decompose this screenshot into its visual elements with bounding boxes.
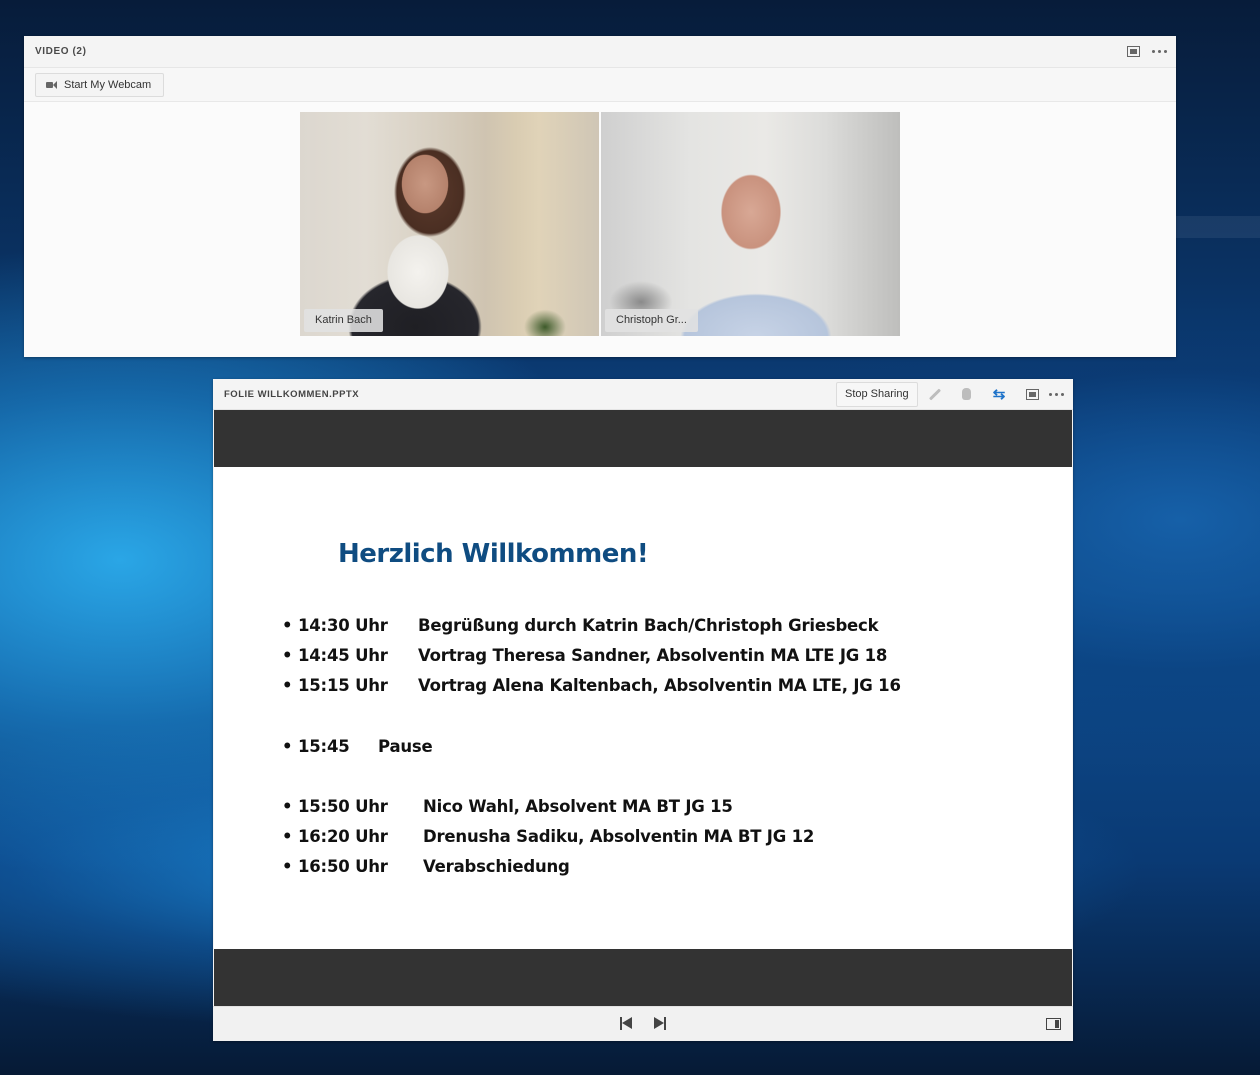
slide-navigation-bar	[213, 1006, 1073, 1041]
shared-slide: Herzlich Willkommen! • 14:30 Uhr Begrüßu…	[214, 410, 1072, 1006]
agenda-time: 15:50 Uhr	[298, 797, 388, 816]
hand-pointer-icon	[961, 388, 971, 400]
video-pod: VIDEO (2) Start My Webcam Katrin Bach Ch…	[24, 36, 1176, 357]
stop-sharing-button[interactable]: Stop Sharing	[836, 382, 918, 407]
fullscreen-button[interactable]	[1021, 384, 1043, 404]
share-pod-title: FOLIE WILLKOMMEN.PPTX	[224, 389, 360, 400]
bullet: •	[282, 616, 293, 635]
pod-options-button[interactable]	[1045, 384, 1067, 404]
bullet: •	[282, 857, 293, 876]
previous-slide-button[interactable]	[618, 1016, 634, 1032]
start-webcam-button[interactable]: Start My Webcam	[35, 73, 165, 97]
fullscreen-icon	[1025, 388, 1039, 400]
agenda-text: Vortrag Alena Kaltenbach, Absolventin MA…	[418, 676, 901, 695]
skip-previous-icon	[620, 1017, 632, 1030]
agenda-time: 16:20 Uhr	[298, 827, 388, 846]
agenda-text: Pause	[378, 737, 433, 756]
agenda-time: 15:45	[298, 737, 350, 756]
agenda-time: 16:50 Uhr	[298, 857, 388, 876]
draw-tool-button[interactable]	[924, 384, 946, 404]
bullet: •	[282, 797, 293, 816]
agenda-text: Nico Wahl, Absolvent MA BT JG 15	[423, 797, 733, 816]
video-feed-participant-2[interactable]: Christoph Gr...	[601, 112, 900, 336]
toggle-side-panel-icon[interactable]	[1046, 1018, 1061, 1030]
skip-next-icon	[654, 1017, 666, 1030]
fullscreen-button[interactable]	[1122, 41, 1144, 61]
next-slide-button[interactable]	[652, 1016, 668, 1032]
bullet: •	[282, 737, 293, 756]
bullet: •	[282, 646, 293, 665]
pod-options-button[interactable]	[1148, 41, 1170, 61]
camera-icon	[46, 81, 57, 89]
slide-letterbox-top	[214, 410, 1072, 467]
participant-name-label: Christoph Gr...	[605, 309, 698, 332]
pencil-icon	[928, 387, 942, 401]
video-feed-participant-1[interactable]: Katrin Bach	[300, 112, 599, 336]
video-toolbar: Start My Webcam	[24, 68, 1176, 102]
pointer-tool-button[interactable]	[955, 384, 977, 404]
more-options-icon	[1048, 392, 1064, 396]
video-pod-header: VIDEO (2)	[24, 36, 1176, 68]
agenda-text: Vortrag Theresa Sandner, Absolventin MA …	[418, 646, 888, 665]
fullscreen-icon	[1126, 45, 1140, 57]
slide-letterbox-bottom	[214, 949, 1072, 1006]
more-options-icon	[1151, 49, 1167, 53]
share-pod: FOLIE WILLKOMMEN.PPTX Stop Sharing ⇆ Her…	[213, 379, 1073, 1041]
agenda-text: Verabschiedung	[423, 857, 570, 876]
agenda-time: 14:30 Uhr	[298, 616, 388, 635]
bullet: •	[282, 676, 293, 695]
participant-name-label: Katrin Bach	[304, 309, 383, 332]
agenda-text: Begrüßung durch Katrin Bach/Christoph Gr…	[418, 616, 879, 635]
agenda-time: 15:15 Uhr	[298, 676, 388, 695]
video-pod-title: VIDEO (2)	[35, 46, 87, 57]
agenda-text: Drenusha Sadiku, Absolventin MA BT JG 12	[423, 827, 815, 846]
share-pod-header: FOLIE WILLKOMMEN.PPTX Stop Sharing ⇆	[213, 379, 1073, 410]
sync-arrows-icon: ⇆	[992, 385, 1006, 403]
slide-heading: Herzlich Willkommen!	[338, 539, 649, 569]
start-webcam-label: Start My Webcam	[64, 79, 152, 91]
sync-button[interactable]: ⇆	[988, 384, 1010, 404]
agenda-time: 14:45 Uhr	[298, 646, 388, 665]
bullet: •	[282, 827, 293, 846]
